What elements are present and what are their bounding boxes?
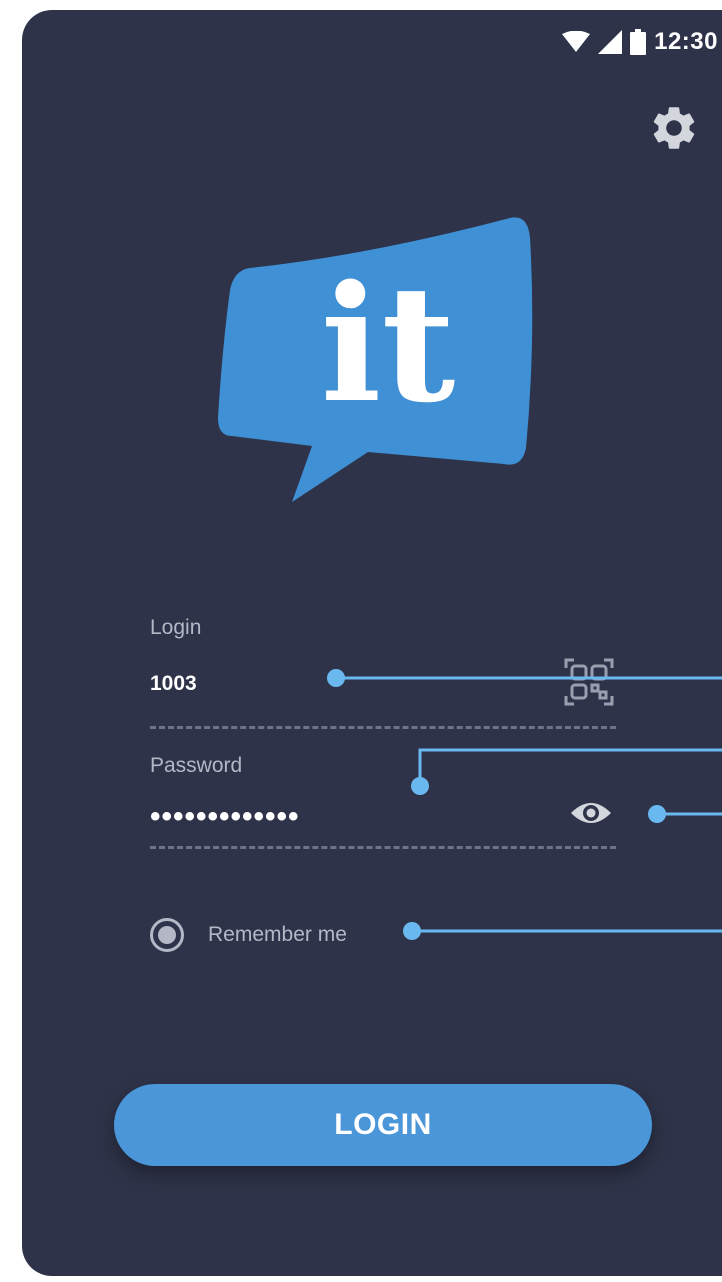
status-bar: 12:30	[562, 28, 718, 56]
login-input[interactable]: 1003	[150, 668, 550, 704]
settings-button[interactable]	[646, 100, 702, 156]
remember-radio[interactable]	[150, 918, 184, 952]
login-underline	[150, 726, 616, 729]
radio-selected-dot	[158, 926, 176, 944]
remember-me-toggle[interactable]: Remember me	[150, 918, 347, 952]
password-value: •••••••••••••	[150, 800, 300, 833]
gear-icon	[653, 107, 695, 149]
login-screen: 12:30 it Login 1003 Password •••••••••••…	[22, 10, 722, 1276]
password-underline	[150, 846, 616, 849]
login-button[interactable]: LOGIN	[114, 1084, 652, 1166]
login-value: 1003	[150, 672, 197, 695]
remember-me-label: Remember me	[208, 923, 347, 946]
battery-icon	[630, 29, 647, 55]
eye-icon[interactable]	[570, 798, 612, 828]
logo-text: it	[321, 250, 456, 438]
login-label: Login	[150, 616, 202, 639]
wifi-icon	[562, 31, 591, 52]
password-label: Password	[150, 754, 243, 777]
status-time: 12:30	[654, 28, 718, 55]
qr-scan-icon[interactable]	[564, 656, 614, 708]
password-input[interactable]: •••••••••••••	[150, 800, 550, 836]
app-logo: it	[218, 217, 533, 502]
signal-icon	[598, 30, 623, 54]
